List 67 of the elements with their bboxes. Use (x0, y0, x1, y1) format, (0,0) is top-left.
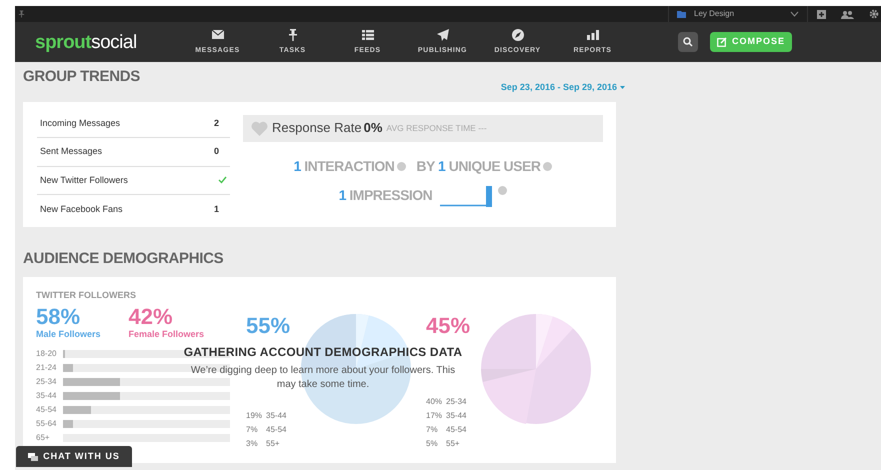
chevron-down-icon[interactable] (790, 11, 799, 17)
legend-range: 35-44 (446, 410, 466, 422)
legend-range: 25-34 (446, 396, 466, 408)
settings-icon[interactable] (869, 9, 879, 19)
stat-label: Incoming Messages (40, 116, 120, 130)
stat-label: Sent Messages (40, 145, 102, 158)
stat-value: 0 (214, 145, 219, 158)
compass-icon (510, 28, 524, 42)
folder-icon (677, 10, 686, 18)
search-button[interactable] (678, 32, 698, 52)
avg-response-time: AVG RESPONSE TIME --- (386, 122, 487, 134)
legend-percent: 7% (246, 424, 259, 436)
stat-label: New Facebook Fans (40, 202, 123, 216)
section-title: AUDIENCE DEMOGRAPHICS (23, 248, 224, 268)
age-label: 35-44 (36, 390, 58, 402)
envelope-icon (210, 28, 224, 42)
legend-range: 35-44 (266, 410, 286, 422)
logo[interactable]: sproutsocial (35, 32, 175, 52)
legend-percent: 40% (426, 396, 444, 408)
overlay-message: We’re digging deep to learn more about your followers. This may take some time. (190, 364, 456, 392)
age-label: 25-34 (36, 376, 58, 388)
legend-range: 45-54 (266, 424, 286, 436)
age-label: 45-54 (36, 404, 58, 416)
age-label: 55-64 (36, 418, 58, 430)
list-icon (360, 28, 374, 42)
legend-percent: 19% (246, 410, 264, 422)
legend-range: 55+ (266, 438, 280, 450)
chat-icon (28, 452, 38, 460)
female-percent: 42% (128, 306, 174, 328)
age-label: 18-20 (36, 348, 58, 360)
interaction-count: 1 INTERACTION (294, 156, 394, 176)
caret-icon (620, 86, 625, 90)
bar-chart-icon (586, 28, 600, 42)
legend-percent: 5% (426, 438, 439, 450)
stat-value: 1 (214, 202, 219, 216)
search-icon (683, 37, 693, 47)
pie-percent: 55% (246, 315, 292, 337)
pie-percent: 45% (426, 315, 472, 337)
overlay-title: GATHERING ACCOUNT DEMOGRAPHICS DATA (182, 344, 464, 361)
response-rate-value: 0% (364, 119, 382, 138)
legend-percent: 17% (426, 410, 444, 422)
section-label: TWITTER FOLLOWERS (36, 289, 137, 302)
chat-button[interactable]: CHAT WITH US (16, 446, 132, 467)
unique-user-count: BY 1 UNIQUE USER (416, 156, 540, 176)
stat-label: New Twitter Followers (40, 174, 128, 186)
legend-range: 55+ (446, 438, 460, 450)
section-title: GROUP TRENDS (23, 67, 140, 87)
heart-icon (251, 120, 268, 136)
pin-icon[interactable] (18, 10, 25, 18)
checkmark-icon (218, 176, 227, 184)
impression-count: 1 IMPRESSION (338, 186, 432, 205)
legend-range: 45-54 (446, 424, 466, 436)
age-label: 65+ (36, 432, 51, 444)
age-label: 21-24 (36, 362, 58, 374)
response-rate-label: Response Rate (272, 119, 362, 138)
users-icon[interactable] (841, 10, 855, 18)
male-label: Male Followers (36, 328, 101, 340)
add-icon[interactable] (817, 10, 826, 18)
legend-percent: 7% (426, 424, 439, 436)
legend-percent: 3% (246, 438, 259, 450)
female-label: Female Followers (128, 328, 204, 340)
account-name[interactable]: Ley Design (694, 8, 734, 20)
compose-icon (716, 37, 727, 47)
paper-plane-icon (436, 28, 450, 42)
stat-value: 2 (214, 116, 219, 130)
male-percent: 58% (36, 306, 82, 328)
sparkline-drawing (440, 184, 494, 206)
